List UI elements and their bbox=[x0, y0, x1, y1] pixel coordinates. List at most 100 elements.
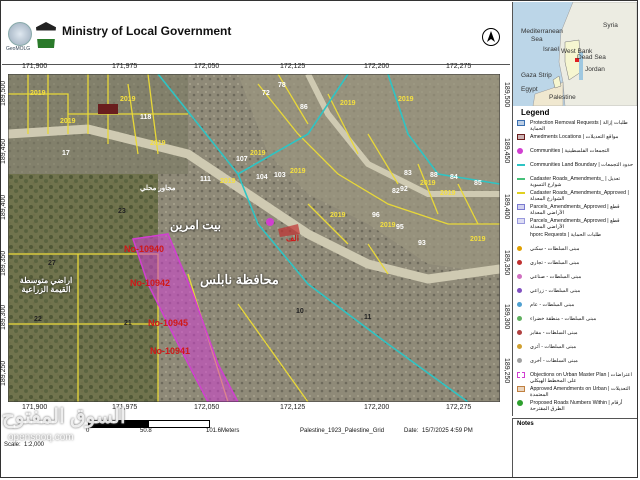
parcel-number: 23 bbox=[118, 208, 126, 215]
legend-label: مبنى السلطات - أخرى bbox=[530, 358, 578, 364]
legend-item: مبنى السلطات - أثري bbox=[517, 344, 635, 350]
zone-label: اراضي متوسطة القيمة الزراعية bbox=[19, 276, 73, 294]
legend-item: hporc Requests | طلبات الحماية bbox=[517, 232, 635, 238]
parcel-number: 82 bbox=[392, 188, 400, 195]
scale-value: 50.8 bbox=[140, 428, 152, 434]
year-label: 2019 bbox=[120, 96, 136, 103]
parcel-number: 83 bbox=[404, 170, 412, 177]
inset-label: Palestine bbox=[549, 94, 576, 101]
legend-item: مبنى السلطات - مقابر bbox=[517, 330, 635, 336]
inset-label: Egypt bbox=[521, 86, 538, 93]
grid-x-bottom: 172,200 bbox=[364, 404, 390, 411]
parcel-number: 17 bbox=[62, 150, 70, 157]
legend-label: Cadaster Roads_Amendments_ | تعديل شوارع… bbox=[530, 176, 621, 188]
grid-x-bottom: 172,275 bbox=[446, 404, 472, 411]
year-label: 2019 bbox=[150, 140, 166, 147]
legend-label: Objections on Urban Master Plan | اعتراض… bbox=[530, 372, 632, 384]
date-label: Date: bbox=[404, 428, 419, 434]
legend-label: مبنى السلطات - أثري bbox=[530, 344, 577, 350]
legend-symbol-icon bbox=[517, 204, 525, 210]
legend-label: hporc Requests | طلبات الحماية bbox=[530, 232, 602, 238]
grid-y-left: 189,300 bbox=[0, 304, 7, 330]
map-canvas[interactable] bbox=[8, 74, 500, 402]
parcel-number: 10 bbox=[296, 308, 304, 315]
legend-item: Communities | التجمعات الفلسطينية bbox=[517, 148, 635, 154]
legend-symbol-icon bbox=[517, 134, 525, 140]
grid-x-top: 172,050 bbox=[194, 63, 220, 70]
grid-y-right: 189,500 bbox=[503, 82, 510, 108]
governorate-label: محافظة نابلس bbox=[200, 272, 279, 287]
grid-y-left: 189,250 bbox=[0, 360, 7, 386]
legend-symbol-icon bbox=[517, 218, 525, 224]
date-value: 15/7/2025 4:59 PM bbox=[422, 428, 473, 434]
year-label: 2019 bbox=[380, 222, 396, 229]
legend-label: Approved Amendments on Urban | التعديلات… bbox=[530, 386, 631, 398]
legend-panel: Legend Protection Removal Requests | طلب… bbox=[512, 106, 637, 416]
year-label: 2019 bbox=[290, 168, 306, 175]
geomolg-logo bbox=[8, 22, 32, 46]
inset-label: Israel bbox=[543, 46, 559, 53]
legend-symbol-icon bbox=[517, 120, 525, 126]
north-arrow-icon bbox=[482, 28, 500, 46]
legend-label: مبنى السلطات - منطقة خضراء bbox=[530, 316, 597, 322]
grid-x-top: 172,200 bbox=[364, 63, 390, 70]
parcel-number: 21 bbox=[124, 320, 132, 327]
parcel-number: 85 bbox=[474, 180, 482, 187]
legend-item: Parcels_Amendments_Approved | قطع الأراض… bbox=[517, 218, 635, 230]
legend-symbol-icon bbox=[517, 274, 522, 279]
inset-map: Syria Mediterranean Sea Israel West Bank… bbox=[512, 2, 637, 107]
legend-item: مبنى السلطات - عام bbox=[517, 302, 635, 308]
watermark-url: opensooq.com bbox=[8, 432, 74, 443]
grid-y-right: 189,250 bbox=[503, 358, 510, 384]
legend-item: Protection Removal Requests | طلبات إزال… bbox=[517, 120, 635, 132]
road-label: مجاور محلي bbox=[140, 185, 176, 192]
emblem-logo bbox=[36, 22, 56, 48]
grid-x-bottom: 172,050 bbox=[194, 404, 220, 411]
legend-label: مبنى السلطات - سكني bbox=[530, 246, 580, 252]
grid-y-right: 189,350 bbox=[503, 250, 510, 276]
legend-item: Cadaster Roads_Amendments_Approved | الش… bbox=[517, 190, 635, 202]
legend-symbol-icon bbox=[517, 316, 522, 321]
amendment-id: No-10940 bbox=[124, 244, 165, 254]
inset-label: Gaza Strip bbox=[521, 72, 552, 79]
parcel-number: 72 bbox=[262, 90, 270, 97]
parcel-number: 93 bbox=[418, 240, 426, 247]
legend-item: مبنى السلطات - صناعي bbox=[517, 274, 635, 280]
year-label: 2019 bbox=[340, 100, 356, 107]
map-header: GeoMOLG Ministry of Local Government bbox=[2, 2, 510, 65]
grid-x-top: 171,975 bbox=[112, 63, 138, 70]
legend-title: Legend bbox=[521, 108, 550, 117]
legend-symbol-icon bbox=[517, 260, 522, 265]
legend-label: مبنى السلطات - عام bbox=[530, 302, 575, 308]
legend-item: مبنى السلطات - تجاري bbox=[517, 260, 635, 266]
parcel-number: 88 bbox=[430, 172, 438, 179]
parcel-number: 84 bbox=[450, 174, 458, 181]
year-label: 2019 bbox=[60, 118, 76, 125]
grid-y-left: 189,450 bbox=[0, 138, 7, 164]
legend-label: Protection Removal Requests | طلبات إزال… bbox=[530, 120, 628, 132]
inset-label: Mediterranean bbox=[521, 28, 563, 35]
inset-label: Jordan bbox=[585, 66, 605, 73]
legend-symbol-icon bbox=[517, 400, 523, 406]
grid-y-left: 189,500 bbox=[0, 80, 7, 106]
legend-label: Communities Land Boundary | حدود التجمعا… bbox=[530, 162, 634, 168]
legend-label: مبنى السلطات - صناعي bbox=[530, 274, 582, 280]
amendment-id: No-10941 bbox=[150, 346, 191, 356]
grid-y-left: 189,400 bbox=[0, 194, 7, 220]
parcel-number: 27 bbox=[48, 260, 56, 267]
grid-x-bottom: 172,125 bbox=[280, 404, 306, 411]
legend-symbol-icon bbox=[517, 148, 523, 154]
parcel-number: 104 bbox=[256, 174, 268, 181]
legend-item: Communities Land Boundary | حدود التجمعا… bbox=[517, 162, 635, 168]
amendment-id: No-10942 bbox=[130, 278, 171, 288]
inset-label: Dead Sea bbox=[577, 54, 606, 61]
parcel-number: 22 bbox=[34, 316, 42, 323]
parcel-number: 92 bbox=[400, 186, 408, 193]
legend-symbol-icon bbox=[517, 330, 522, 335]
year-label: 2019 bbox=[440, 190, 456, 197]
parcel-number: 103 bbox=[274, 172, 286, 179]
inset-label: Sea bbox=[531, 36, 543, 43]
legend-label: مبنى السلطات - مقابر bbox=[530, 330, 578, 336]
year-label: 2019 bbox=[420, 180, 436, 187]
legend-item: Proposed Roads Numbers Within | أرقام ال… bbox=[517, 400, 635, 412]
